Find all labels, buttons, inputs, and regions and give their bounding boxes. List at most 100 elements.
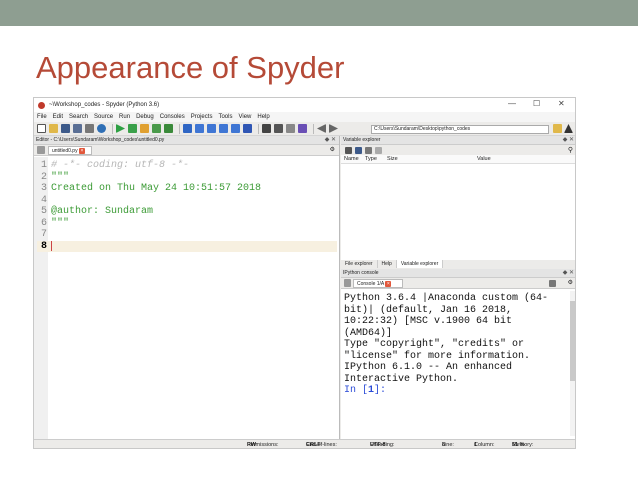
menu-tools[interactable]: Tools bbox=[218, 114, 232, 120]
code-editor[interactable]: 1 # -*- coding: utf-8 -*- 2 """ 3 Created o… bbox=[37, 160, 337, 252]
right-pane-tabs: File explorer Help Variable explorer bbox=[341, 260, 575, 268]
pane-options-icon[interactable]: ◆ ✕ bbox=[325, 136, 336, 144]
toolbar-separator bbox=[258, 123, 259, 134]
tab-untitled0[interactable]: untitled0.py × bbox=[48, 146, 92, 155]
menu-debug[interactable]: Debug bbox=[136, 114, 154, 120]
variable-explorer-header: Variable explorer ◆ ✕ bbox=[341, 136, 575, 145]
rerun-icon[interactable] bbox=[164, 124, 173, 133]
text-cursor bbox=[51, 240, 52, 251]
preferences-icon[interactable] bbox=[85, 124, 94, 133]
browse-consoles-icon[interactable] bbox=[344, 279, 351, 287]
parent-directory-icon[interactable] bbox=[564, 124, 573, 133]
clear-variables-icon[interactable] bbox=[375, 146, 382, 154]
stop-debug-icon[interactable] bbox=[243, 124, 252, 133]
close-icon[interactable]: ✕ bbox=[558, 99, 565, 108]
forward-icon[interactable] bbox=[329, 124, 338, 133]
maximize-pane-icon[interactable] bbox=[262, 124, 271, 133]
fullscreen-icon[interactable] bbox=[274, 124, 283, 133]
status-permissions: Permissions: RW bbox=[247, 440, 278, 448]
window-titlebar: ~\Workshop_codes - Spyder (Python 3.6) —… bbox=[34, 98, 575, 112]
step-return-icon[interactable] bbox=[219, 124, 228, 133]
status-encoding: Encoding: UTF-8 bbox=[370, 440, 394, 448]
line-number: 8 bbox=[40, 240, 47, 252]
save-all-icon[interactable] bbox=[73, 124, 82, 133]
debug-icon[interactable] bbox=[183, 124, 192, 133]
variable-table-header: Name Type Size Value bbox=[341, 155, 575, 164]
tab-console-1a[interactable]: Console 1/A × bbox=[353, 279, 403, 288]
pane-options-icon[interactable]: ◆ ✕ bbox=[563, 136, 574, 144]
console-scrollbar[interactable] bbox=[570, 291, 575, 436]
maximize-icon[interactable]: ☐ bbox=[533, 99, 540, 108]
status-label: Permissions: bbox=[247, 442, 279, 448]
run-selection-icon[interactable] bbox=[152, 124, 161, 133]
tab-variable-explorer[interactable]: Variable explorer bbox=[396, 260, 444, 268]
menu-file[interactable]: File bbox=[37, 114, 47, 120]
menu-edit[interactable]: Edit bbox=[53, 114, 63, 120]
variable-explorer-pane: Variable explorer ◆ ✕ ⚲ Name Type Size V… bbox=[341, 136, 575, 260]
step-icon[interactable] bbox=[195, 124, 204, 133]
code-text: """ bbox=[51, 171, 70, 183]
save-data-icon[interactable] bbox=[355, 146, 362, 154]
window-title: ~\Workshop_codes - Spyder (Python 3.6) bbox=[49, 102, 160, 108]
menu-help[interactable]: Help bbox=[257, 114, 269, 120]
browse-folder-icon[interactable] bbox=[553, 124, 562, 133]
menu-search[interactable]: Search bbox=[69, 114, 88, 120]
console-tab-close-icon[interactable]: × bbox=[385, 280, 392, 287]
search-icon[interactable]: ⚲ bbox=[568, 146, 573, 154]
pythonpath-manager-icon[interactable] bbox=[298, 124, 307, 133]
python-path-icon[interactable] bbox=[97, 124, 106, 133]
console-line: Type "copyright", "credits" or bbox=[344, 339, 525, 350]
prompt-suffix: ]: bbox=[374, 385, 387, 396]
console-options-icon[interactable]: ⚙ bbox=[568, 279, 573, 286]
browse-tabs-icon[interactable] bbox=[37, 146, 45, 154]
column-type[interactable]: Type bbox=[365, 155, 387, 163]
console-tab-row: Console 1/A × ⚙ bbox=[341, 278, 575, 289]
line-number: 6 bbox=[40, 217, 47, 229]
save-icon[interactable] bbox=[61, 124, 70, 133]
column-name[interactable]: Name bbox=[341, 155, 365, 163]
code-line: 3 Created on Thu May 24 10:51:57 2018 bbox=[37, 183, 337, 195]
menu-view[interactable]: View bbox=[238, 114, 251, 120]
tab-help[interactable]: Help bbox=[378, 260, 397, 268]
tools-wrench-icon[interactable] bbox=[286, 124, 295, 133]
console-line: Interactive Python. bbox=[344, 373, 459, 385]
scrollbar-thumb[interactable] bbox=[570, 301, 575, 381]
menu-projects[interactable]: Projects bbox=[191, 114, 213, 120]
column-value[interactable]: Value bbox=[477, 155, 491, 163]
tab-options-icon[interactable]: ⚙ bbox=[330, 146, 335, 153]
run-cell-advance-icon[interactable] bbox=[140, 124, 149, 133]
main-toolbar: C:\Users\Sundaram\Desktop\python_codes bbox=[34, 122, 575, 136]
new-file-icon[interactable] bbox=[37, 124, 46, 133]
column-size[interactable]: Size bbox=[387, 155, 477, 163]
step-into-icon[interactable] bbox=[207, 124, 216, 133]
editor-tab-row: untitled0.py × ⚙ bbox=[34, 145, 339, 156]
working-directory-input[interactable]: C:\Users\Sundaram\Desktop\python_codes bbox=[371, 125, 549, 134]
minimize-icon[interactable]: — bbox=[508, 99, 516, 108]
status-column: Column: 1 bbox=[474, 440, 494, 448]
status-eol: End-of-lines: CRLF bbox=[306, 440, 337, 448]
menu-consoles[interactable]: Consoles bbox=[160, 114, 185, 120]
ipython-console-pane: IPython console ◆ ✕ Console 1/A × ⚙ Pyth… bbox=[341, 269, 575, 439]
status-label: Memory: bbox=[512, 442, 534, 448]
import-data-icon[interactable] bbox=[345, 146, 352, 154]
status-label: Line: bbox=[442, 442, 454, 448]
run-cell-icon[interactable] bbox=[128, 124, 137, 133]
status-label: End-of-lines: bbox=[306, 442, 337, 448]
toolbar-separator bbox=[112, 123, 113, 134]
tab-file-explorer[interactable]: File explorer bbox=[341, 260, 378, 268]
prompt-prefix: In [ bbox=[344, 385, 369, 396]
open-file-icon[interactable] bbox=[49, 124, 58, 133]
tab-close-icon[interactable]: × bbox=[78, 147, 85, 154]
menu-source[interactable]: Source bbox=[94, 114, 113, 120]
pane-options-icon[interactable]: ◆ ✕ bbox=[563, 269, 574, 277]
save-as-icon[interactable] bbox=[365, 146, 372, 154]
code-line: 2 """ bbox=[37, 172, 337, 184]
menu-run[interactable]: Run bbox=[119, 114, 130, 120]
interrupt-kernel-icon[interactable] bbox=[549, 280, 556, 287]
console-line: Python 3.6.4 |Anaconda custom (64- bbox=[344, 293, 549, 304]
back-icon[interactable] bbox=[317, 124, 326, 133]
console-output[interactable]: Python 3.6.4 |Anaconda custom (64- bit)| … bbox=[344, 293, 566, 397]
continue-icon[interactable] bbox=[231, 124, 240, 133]
console-line: (AMD64)] bbox=[344, 327, 393, 339]
run-icon[interactable] bbox=[116, 124, 125, 133]
